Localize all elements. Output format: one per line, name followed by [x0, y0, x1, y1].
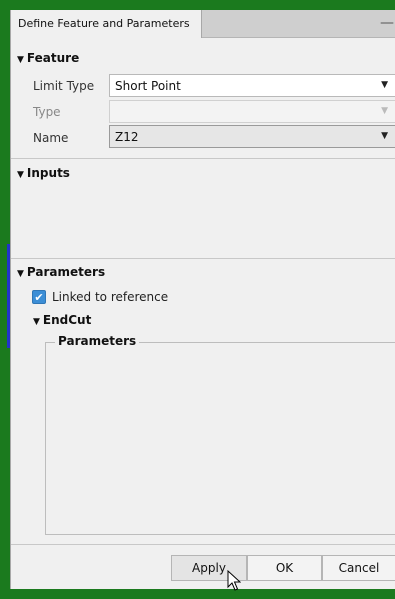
tab-define-feature[interactable]: Define Feature and Parameters [11, 10, 202, 38]
name-label: Name [33, 131, 69, 145]
panel-titlebar: Define Feature and Parameters — [11, 10, 395, 38]
limit-type-label: Limit Type [33, 79, 95, 93]
desktop-bottom-strip [11, 589, 395, 599]
collapse-triangle-icon: ▼ [33, 317, 40, 327]
define-feature-panel: Define Feature and Parameters — ▼ Feature… [10, 10, 395, 599]
name-select[interactable]: Z12 ▼ [109, 125, 395, 148]
parameters-section-title: Parameters [26, 265, 106, 279]
minimize-icon[interactable]: — [380, 16, 395, 32]
parameters-section-header[interactable]: ▼ Parameters [17, 265, 105, 279]
linked-to-reference-label[interactable]: Linked to reference [52, 290, 168, 304]
chevron-down-icon: ▼ [381, 106, 388, 116]
mouse-pointer-icon [227, 570, 241, 591]
feature-section-title: Feature [26, 51, 80, 65]
parameters-groupbox [45, 342, 395, 535]
ok-button[interactable]: OK [247, 555, 322, 581]
endcut-section-title: EndCut [42, 313, 92, 327]
type-select: ▼ [109, 100, 395, 123]
section-divider [11, 158, 395, 159]
chevron-down-icon: ▼ [381, 131, 388, 141]
limit-type-value: Short Point [115, 79, 181, 93]
type-label: Type [33, 105, 61, 119]
linked-to-reference-checkbox[interactable]: ✔ [32, 290, 46, 304]
name-value: Z12 [115, 130, 139, 144]
endcut-section-header[interactable]: ▼ EndCut [33, 313, 91, 327]
parameters-group-title: Parameters [55, 334, 140, 348]
checkmark-icon: ✔ [34, 291, 44, 304]
chevron-down-icon: ▼ [381, 80, 388, 90]
collapse-triangle-icon: ▼ [17, 170, 24, 180]
inputs-section-header[interactable]: ▼ Inputs [17, 166, 70, 180]
feature-section-header[interactable]: ▼ Feature [17, 51, 79, 65]
footer-divider [11, 544, 395, 545]
collapse-triangle-icon: ▼ [17, 269, 24, 279]
cancel-button[interactable]: Cancel [322, 555, 395, 581]
section-divider [11, 258, 395, 259]
inputs-section-title: Inputs [26, 166, 70, 180]
collapse-triangle-icon: ▼ [17, 55, 24, 65]
limit-type-select[interactable]: Short Point ▼ [109, 74, 395, 97]
